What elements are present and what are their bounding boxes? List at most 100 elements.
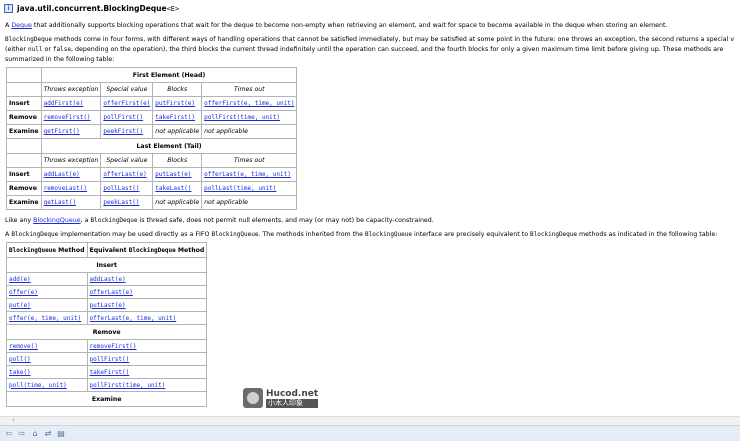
intro-paragraph: A Deque that additionally supports block… <box>5 22 668 29</box>
section-title: First Element (Head) <box>40 67 298 83</box>
column-header: Times out <box>201 82 298 97</box>
table-cell: offerLast(e, time, unit) <box>201 167 298 182</box>
column-header: Special value <box>100 153 154 168</box>
column-header: Special value <box>100 82 154 97</box>
table-cell: removeFirst() <box>40 110 102 125</box>
method-link[interactable]: remove() <box>9 343 38 350</box>
method-link[interactable]: add(e) <box>9 276 31 283</box>
watermark-logo-icon <box>243 388 263 408</box>
table-cell: take() <box>6 365 88 379</box>
method-link[interactable]: offerLast(e) <box>90 289 133 296</box>
method-link[interactable]: takeFirst() <box>155 114 195 121</box>
col-header-text: Method <box>55 246 85 254</box>
forms-paragraph: BlockingDeque methods come in four forms… <box>5 36 735 43</box>
method-link[interactable]: getFirst() <box>44 128 80 135</box>
method-link[interactable]: pollFirst() <box>103 114 143 121</box>
method-link[interactable]: putLast(e) <box>90 302 126 309</box>
method-link[interactable]: pollLast(time, unit) <box>204 185 276 192</box>
method-link[interactable]: removeLast() <box>44 185 87 192</box>
column-header: Throws exception <box>40 153 102 168</box>
method-link[interactable]: peekLast() <box>103 199 139 206</box>
column-header: Blocks <box>152 82 203 97</box>
table-corner-cell <box>6 67 42 83</box>
table-row: Examine getFirst() peekFirst() not applicab… <box>6 124 298 139</box>
method-link[interactable]: offer(e) <box>9 289 38 296</box>
table-cell: getFirst() <box>40 124 102 139</box>
blockingqueue-link[interactable]: BlockingQueue <box>33 217 80 224</box>
method-link[interactable]: getLast() <box>44 199 77 206</box>
table-cell: add(e) <box>6 272 88 286</box>
doc-title-class: BlockingDeque <box>103 4 167 13</box>
method-link[interactable]: offer(e, time, unit) <box>9 315 81 322</box>
table-cell: put(e) <box>6 298 88 312</box>
section-title: Insert <box>5 257 208 273</box>
table-row: add(e) addLast(e) <box>6 272 208 286</box>
method-link[interactable]: poll(time, unit) <box>9 382 67 389</box>
table-cell: pollFirst(time, unit) <box>201 110 298 125</box>
method-link[interactable]: offerLast(e) <box>103 171 146 178</box>
method-link[interactable]: put(e) <box>9 302 31 309</box>
method-link[interactable]: pollFirst() <box>90 356 130 363</box>
table-cell: poll() <box>6 352 88 366</box>
table-row: Insert addLast(e) offerLast(e) putLast(e) of… <box>6 167 298 182</box>
col-header-text: Equivalent <box>89 246 129 254</box>
table-row: Remove removeLast() pollLast() takeLast() po… <box>6 181 298 196</box>
forms-paragraph-cont: (either null or false, depending on the … <box>5 46 724 53</box>
method-link[interactable]: offerFirst(e) <box>103 100 150 107</box>
site-watermark: Hucod.net 小木人印象 <box>243 386 321 410</box>
method-link[interactable]: offerLast(e, time, unit) <box>90 315 177 322</box>
method-link[interactable]: putFirst(e) <box>155 100 195 107</box>
print-icon[interactable]: ▤ <box>56 429 66 439</box>
column-header: Times out <box>201 153 298 168</box>
back-icon[interactable]: ⇦ <box>4 429 14 439</box>
table-cell: not applicable <box>201 124 298 139</box>
method-link[interactable]: pollFirst(time, unit) <box>204 114 280 121</box>
table-cell: removeFirst() <box>86 339 208 353</box>
table-cell: not applicable <box>152 124 203 139</box>
method-link[interactable]: addLast(e) <box>90 276 126 283</box>
table-row: put(e) putLast(e) <box>6 298 208 312</box>
table-cell: takeFirst() <box>86 365 208 379</box>
table-cell: addLast(e) <box>40 167 102 182</box>
method-link[interactable]: pollLast() <box>103 185 139 192</box>
table-cell: offerLast(e, time, unit) <box>86 311 208 325</box>
scroll-left-icon[interactable]: ‹ <box>12 416 15 424</box>
method-link[interactable]: takeLast() <box>155 185 191 192</box>
column-header: Throws exception <box>40 82 102 97</box>
method-link[interactable]: addFirst(e) <box>44 100 84 107</box>
table-cell: pollFirst(time, unit) <box>86 378 208 392</box>
method-link[interactable]: take() <box>9 369 31 376</box>
table-cell: getLast() <box>40 195 102 210</box>
javadoc-content[interactable]: A Deque that additionally supports block… <box>0 18 740 416</box>
table-cell: offerLast(e) <box>100 167 154 182</box>
table-cell: takeFirst() <box>152 110 203 125</box>
method-link[interactable]: removeFirst() <box>44 114 91 121</box>
method-link[interactable]: offerFirst(e, time, unit) <box>204 100 294 107</box>
method-link[interactable]: removeFirst() <box>90 343 137 350</box>
table-corner-cell <box>6 138 42 154</box>
table-cell: removeLast() <box>40 181 102 196</box>
column-header: Blocks <box>152 153 203 168</box>
help-toolbar: ⇦ ⇨ ⌂ ⇄ ▤ <box>0 425 740 441</box>
home-icon[interactable]: ⌂ <box>30 429 40 439</box>
col-header-text: Method <box>175 246 205 254</box>
method-link[interactable]: addLast(e) <box>44 171 80 178</box>
method-link[interactable]: takeFirst() <box>90 369 130 376</box>
table-cell: addFirst(e) <box>40 96 102 111</box>
table-cell: poll(time, unit) <box>6 378 88 392</box>
deque-link[interactable]: Deque <box>11 22 32 29</box>
col-header-code: BlockingDeque <box>128 246 176 254</box>
sync-icon[interactable]: ⇄ <box>43 429 53 439</box>
section-title: Last Element (Tail) <box>40 138 298 154</box>
method-link[interactable]: pollFirst(time, unit) <box>90 382 166 389</box>
method-link[interactable]: peekFirst() <box>103 128 143 135</box>
method-link[interactable]: putLast(e) <box>155 171 191 178</box>
method-link[interactable]: poll() <box>9 356 31 363</box>
method-link[interactable]: offerLast(e, time, unit) <box>204 171 291 178</box>
table-cell: pollFirst() <box>100 110 154 125</box>
horizontal-scrollbar[interactable]: ‹ <box>0 416 740 425</box>
table-cell: peekLast() <box>100 195 154 210</box>
operations-table: First Element (Head) Throws exception Spec… <box>6 67 298 210</box>
forward-icon[interactable]: ⇨ <box>17 429 27 439</box>
table-cell: addLast(e) <box>86 272 208 286</box>
